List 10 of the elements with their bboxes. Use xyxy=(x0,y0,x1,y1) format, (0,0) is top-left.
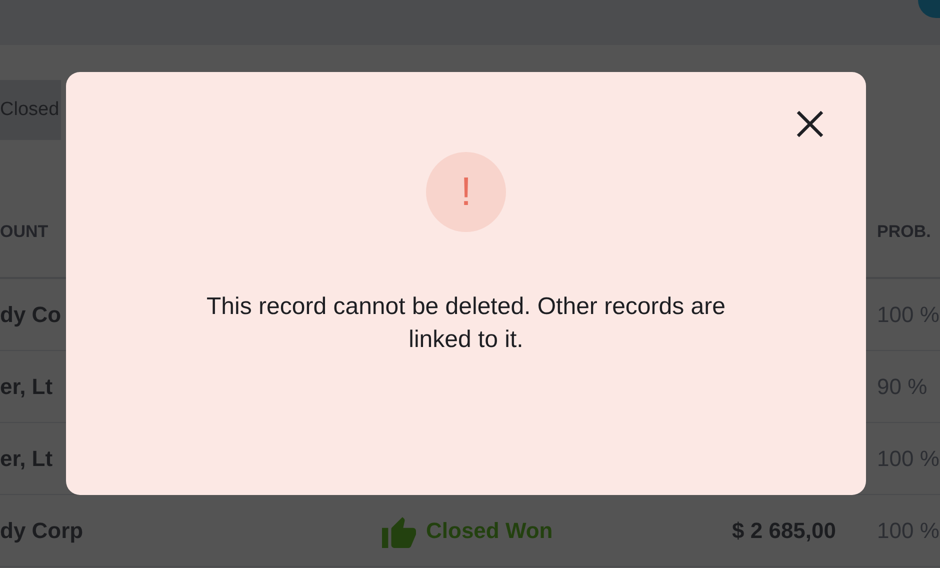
alert-icon: ! xyxy=(426,152,506,232)
account-name: er, Lt xyxy=(0,446,53,471)
amount: $ 2 685,00 xyxy=(732,517,836,545)
account-name: dy Corp xyxy=(0,518,84,543)
close-icon xyxy=(796,110,824,138)
stage-label: Closed Won xyxy=(426,517,553,545)
account-name: dy Co xyxy=(0,302,62,327)
dialog-message: This record cannot be deleted. Other records are linked to it. xyxy=(206,292,726,355)
close-button[interactable] xyxy=(794,108,826,140)
account-name: er, Lt xyxy=(0,374,53,399)
